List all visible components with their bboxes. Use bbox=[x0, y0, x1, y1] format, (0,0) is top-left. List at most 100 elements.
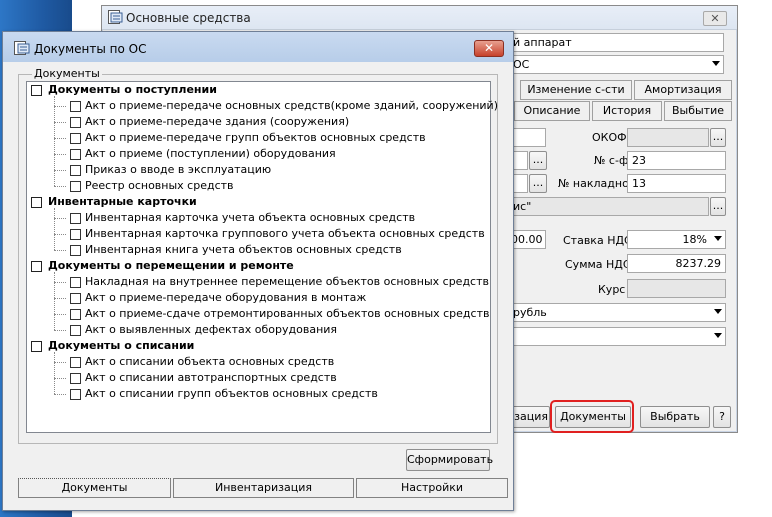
tree-connector bbox=[54, 272, 55, 330]
asset-name-value: й аппарат bbox=[513, 36, 572, 49]
generate-button[interactable]: Сформировать bbox=[406, 449, 493, 471]
document-checkbox[interactable] bbox=[70, 181, 81, 192]
group-checkbox[interactable] bbox=[31, 261, 42, 272]
tree-connector bbox=[54, 96, 55, 186]
document-checkbox[interactable] bbox=[70, 293, 81, 304]
document-checkbox[interactable] bbox=[70, 149, 81, 160]
vat-rate-label: Ставка НДС bbox=[563, 234, 632, 247]
tree-document-item[interactable]: Акт о приеме (поступлении) оборудования bbox=[85, 147, 336, 160]
asset-group-value: ОС bbox=[513, 58, 530, 71]
currency-select[interactable]: рубль bbox=[508, 303, 726, 322]
asset-name-field[interactable]: й аппарат bbox=[508, 33, 724, 52]
tree-document-item[interactable]: Акт о приеме-передаче оборудования в мон… bbox=[85, 291, 366, 304]
tree-connector bbox=[54, 154, 66, 155]
invoice-number-label: № с-ф bbox=[594, 154, 629, 167]
tree-connector bbox=[54, 352, 55, 394]
document-checkbox[interactable] bbox=[70, 245, 81, 256]
tree-document-item[interactable]: Инвентарная карточка группового учета об… bbox=[85, 227, 485, 240]
tab-settings[interactable]: Настройки bbox=[356, 478, 508, 498]
supplier-field[interactable]: ис" bbox=[508, 197, 709, 216]
invoice-number-field[interactable]: 23 bbox=[627, 151, 726, 170]
tree-document-item[interactable]: Реестр основных средств bbox=[85, 179, 234, 192]
tree-connector bbox=[54, 208, 55, 250]
tree-connector bbox=[54, 234, 66, 235]
tree-group-label[interactable]: Документы о списании bbox=[48, 339, 194, 352]
tab-history[interactable]: История bbox=[592, 101, 662, 121]
vat-rate-value: 18% bbox=[682, 233, 707, 246]
choose-button[interactable]: Выбрать bbox=[640, 406, 710, 428]
tree-connector bbox=[54, 330, 66, 331]
tree-group-label[interactable]: Документы о поступлении bbox=[48, 83, 217, 96]
tree-connector bbox=[54, 138, 66, 139]
tree-document-item[interactable]: Акт о приеме-передаче основных средств(к… bbox=[85, 99, 498, 112]
tab-documents[interactable]: Документы bbox=[18, 478, 171, 498]
extra-select[interactable] bbox=[508, 327, 726, 346]
tab-depreciation[interactable]: Амортизация bbox=[634, 80, 732, 100]
waybill-number-field[interactable]: 13 bbox=[627, 174, 726, 193]
vat-sum-value: 8237.29 bbox=[675, 257, 722, 270]
tree-document-item[interactable]: Акт о приеме-сдаче отремонтированных объ… bbox=[85, 307, 489, 320]
close-icon: ✕ bbox=[483, 41, 495, 55]
documents-dialog-close-button[interactable]: ✕ bbox=[474, 40, 504, 57]
document-checkbox[interactable] bbox=[70, 117, 81, 128]
waybill-number-value: 13 bbox=[632, 177, 646, 190]
tree-document-item[interactable]: Акт о приеме-передаче групп объектов осн… bbox=[85, 131, 426, 144]
tree-document-item[interactable]: Инвентарная карточка учета объекта основ… bbox=[85, 211, 415, 224]
currency-value: рубль bbox=[513, 306, 547, 319]
okof-label: ОКОФ bbox=[592, 131, 627, 144]
document-checkbox[interactable] bbox=[70, 229, 81, 240]
group-checkbox[interactable] bbox=[31, 197, 42, 208]
tree-group-label[interactable]: Инвентарные карточки bbox=[48, 195, 197, 208]
document-checkbox[interactable] bbox=[70, 373, 81, 384]
vat-rate-select[interactable]: 18% bbox=[627, 230, 726, 249]
tree-connector bbox=[54, 170, 66, 171]
document-checkbox[interactable] bbox=[70, 213, 81, 224]
document-checkbox[interactable] bbox=[70, 389, 81, 400]
supplier-browse-button[interactable]: ... bbox=[710, 197, 726, 216]
document-checkbox[interactable] bbox=[70, 309, 81, 320]
waybill-number-label: № накладной bbox=[558, 177, 636, 190]
document-checkbox[interactable] bbox=[70, 133, 81, 144]
tree-connector bbox=[54, 298, 66, 299]
tree-connector bbox=[54, 394, 66, 395]
document-checkbox[interactable] bbox=[70, 277, 81, 288]
date-browse-button[interactable]: ... bbox=[529, 151, 547, 170]
tree-document-item[interactable]: Акт о списании автотранспортных средств bbox=[85, 371, 337, 384]
document-checkbox[interactable] bbox=[70, 101, 81, 112]
fixed-assets-close-button[interactable]: ✕ bbox=[703, 11, 727, 26]
group-checkbox[interactable] bbox=[31, 341, 42, 352]
group-checkbox[interactable] bbox=[31, 85, 42, 96]
date2-browse-button[interactable]: ... bbox=[529, 174, 547, 193]
tree-document-item[interactable]: Акт о списании групп объектов основных с… bbox=[85, 387, 378, 400]
rate-field[interactable] bbox=[627, 279, 726, 298]
tree-document-item[interactable]: Приказ о вводе в эксплуатацию bbox=[85, 163, 271, 176]
tree-document-item[interactable]: Акт о списании объекта основных средств bbox=[85, 355, 334, 368]
document-checkbox[interactable] bbox=[70, 325, 81, 336]
amount-value: 00.00 bbox=[511, 233, 543, 246]
tree-document-item[interactable]: Накладная на внутреннее перемещение объе… bbox=[85, 275, 489, 288]
vat-sum-field[interactable]: 8237.29 bbox=[627, 254, 726, 273]
tab-disposal[interactable]: Выбытие bbox=[664, 101, 732, 121]
vat-sum-label: Сумма НДС bbox=[565, 258, 631, 271]
tab-description[interactable]: Описание bbox=[514, 101, 590, 121]
tree-connector bbox=[54, 314, 66, 315]
help-button[interactable]: ? bbox=[713, 406, 731, 428]
chevron-down-icon bbox=[714, 236, 722, 241]
document-checkbox[interactable] bbox=[70, 165, 81, 176]
okof-browse-button[interactable]: ... bbox=[710, 128, 726, 147]
tab-inventory[interactable]: Инвентаризация bbox=[173, 478, 354, 498]
asset-group-select[interactable]: ОС bbox=[508, 55, 724, 74]
tab-value-change[interactable]: Изменение с-сти bbox=[520, 80, 632, 100]
chevron-down-icon bbox=[714, 309, 722, 314]
tree-document-item[interactable]: Акт о приеме-передаче здания (сооружения… bbox=[85, 115, 349, 128]
tree-connector bbox=[54, 250, 66, 251]
documents-group-label: Документы bbox=[32, 67, 102, 80]
okof-field[interactable] bbox=[627, 128, 709, 147]
invoice-number-value: 23 bbox=[632, 154, 646, 167]
tree-document-item[interactable]: Инвентарная книга учета объектов основны… bbox=[85, 243, 402, 256]
document-checkbox[interactable] bbox=[70, 357, 81, 368]
tree-group-label[interactable]: Документы о перемещении и ремонте bbox=[48, 259, 294, 272]
tree-document-item[interactable]: Акт о выявленных дефектах оборудования bbox=[85, 323, 337, 336]
tree-connector bbox=[54, 362, 66, 363]
rate-label: Курс bbox=[598, 283, 626, 296]
